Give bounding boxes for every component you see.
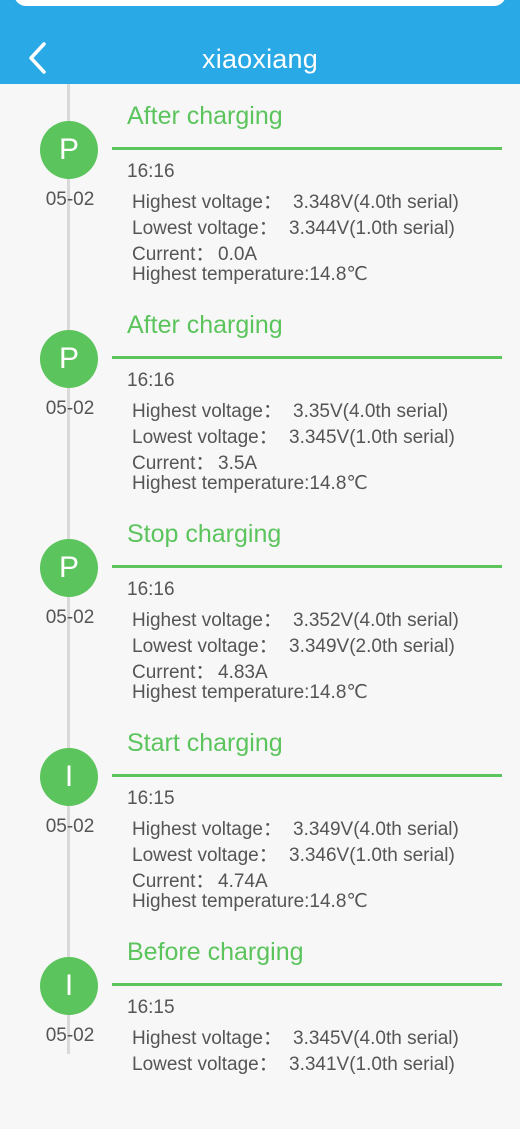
event-title: After charging [127, 311, 283, 339]
lowest-voltage-label: Lowest voltage： [132, 636, 278, 657]
event-title: Start charging [127, 729, 283, 757]
lowest-voltage-row: Lowest voltage： 3.345V(1.0th serial) [132, 422, 455, 449]
highest-voltage-row: Highest voltage： 3.348V(4.0th serial) [132, 187, 459, 214]
temperature-row: Highest temperature:14.8℃ [132, 682, 368, 703]
highest-voltage-row: Highest voltage： 3.349V(4.0th serial) [132, 814, 459, 841]
highest-voltage-label: Highest voltage： [132, 819, 282, 840]
highest-voltage-row: Highest voltage： 3.352V(4.0th serial) [132, 605, 459, 632]
event-divider [112, 356, 502, 359]
timeline-event: Start charging I 05-02 16:15 Highest vol… [0, 711, 520, 920]
event-title: After charging [127, 102, 283, 130]
lowest-voltage-label: Lowest voltage： [132, 845, 278, 866]
lowest-voltage-row: Lowest voltage： 3.349V(2.0th serial) [132, 631, 455, 658]
event-time: 16:16 [127, 161, 175, 182]
event-divider [112, 983, 502, 986]
timeline-event: After charging P 05-02 16:16 Highest vol… [0, 84, 520, 293]
highest-voltage-value: 3.345V(4.0th serial) [293, 1028, 459, 1049]
highest-voltage-label: Highest voltage： [132, 401, 282, 422]
event-date: 05-02 [45, 189, 95, 210]
current-row: Current： 0.0A [132, 239, 257, 266]
header-search-pill [14, 0, 506, 6]
current-label: Current： [132, 871, 215, 892]
event-divider [112, 774, 502, 777]
temperature-row: Highest temperature:14.8℃ [132, 264, 368, 285]
event-date: 05-02 [45, 816, 95, 837]
temperature-row: Highest temperature:14.8℃ [132, 473, 368, 494]
event-marker: P [40, 539, 98, 597]
highest-voltage-label: Highest voltage： [132, 192, 282, 213]
highest-voltage-value: 3.352V(4.0th serial) [293, 610, 459, 631]
highest-voltage-row: Highest voltage： 3.345V(4.0th serial) [132, 1023, 459, 1050]
event-date: 05-02 [45, 398, 95, 419]
lowest-voltage-label: Lowest voltage： [132, 218, 278, 239]
highest-voltage-value: 3.349V(4.0th serial) [293, 819, 459, 840]
current-label: Current： [132, 244, 215, 265]
event-marker: I [40, 748, 98, 806]
event-title: Stop charging [127, 520, 282, 548]
lowest-voltage-value: 3.349V(2.0th serial) [289, 636, 455, 657]
lowest-voltage-label: Lowest voltage： [132, 1054, 278, 1075]
highest-voltage-value: 3.35V(4.0th serial) [293, 401, 449, 422]
app-header: xiaoxiang [0, 0, 520, 84]
lowest-voltage-value: 3.341V(1.0th serial) [289, 1054, 455, 1075]
highest-voltage-value: 3.348V(4.0th serial) [293, 192, 459, 213]
temperature-row: Highest temperature:14.8℃ [132, 891, 368, 912]
timeline-event: After charging P 05-02 16:16 Highest vol… [0, 293, 520, 502]
event-time: 16:16 [127, 579, 175, 600]
event-marker: P [40, 330, 98, 388]
lowest-voltage-value: 3.345V(1.0th serial) [289, 427, 455, 448]
highest-voltage-row: Highest voltage： 3.35V(4.0th serial) [132, 396, 448, 423]
lowest-voltage-label: Lowest voltage： [132, 427, 278, 448]
event-time: 16:15 [127, 997, 175, 1018]
event-title: Before charging [127, 938, 304, 966]
lowest-voltage-value: 3.346V(1.0th serial) [289, 845, 455, 866]
event-date: 05-02 [45, 1025, 95, 1046]
current-label: Current： [132, 662, 215, 683]
timeline-event: Before charging I 05-02 16:15 Highest vo… [0, 920, 520, 1129]
highest-voltage-label: Highest voltage： [132, 1028, 282, 1049]
lowest-voltage-value: 3.344V(1.0th serial) [289, 218, 455, 239]
page-title: xiaoxiang [202, 44, 318, 74]
current-row: Current： 4.83A [132, 657, 268, 684]
timeline-event: Stop charging P 05-02 16:16 Highest volt… [0, 502, 520, 711]
lowest-voltage-row: Lowest voltage： 3.346V(1.0th serial) [132, 840, 455, 867]
lowest-voltage-row: Lowest voltage： 3.344V(1.0th serial) [132, 213, 455, 240]
event-divider [112, 147, 502, 150]
event-marker: I [40, 957, 98, 1015]
highest-voltage-label: Highest voltage： [132, 610, 282, 631]
current-row: Current： 4.74A [132, 866, 268, 893]
event-time: 16:16 [127, 370, 175, 391]
lowest-voltage-row: Lowest voltage： 3.341V(1.0th serial) [132, 1049, 455, 1076]
current-label: Current： [132, 453, 215, 474]
event-date: 05-02 [45, 607, 95, 628]
current-row: Current： 3.5A [132, 448, 257, 475]
event-divider [112, 565, 502, 568]
event-time: 16:15 [127, 788, 175, 809]
event-marker: P [40, 121, 98, 179]
